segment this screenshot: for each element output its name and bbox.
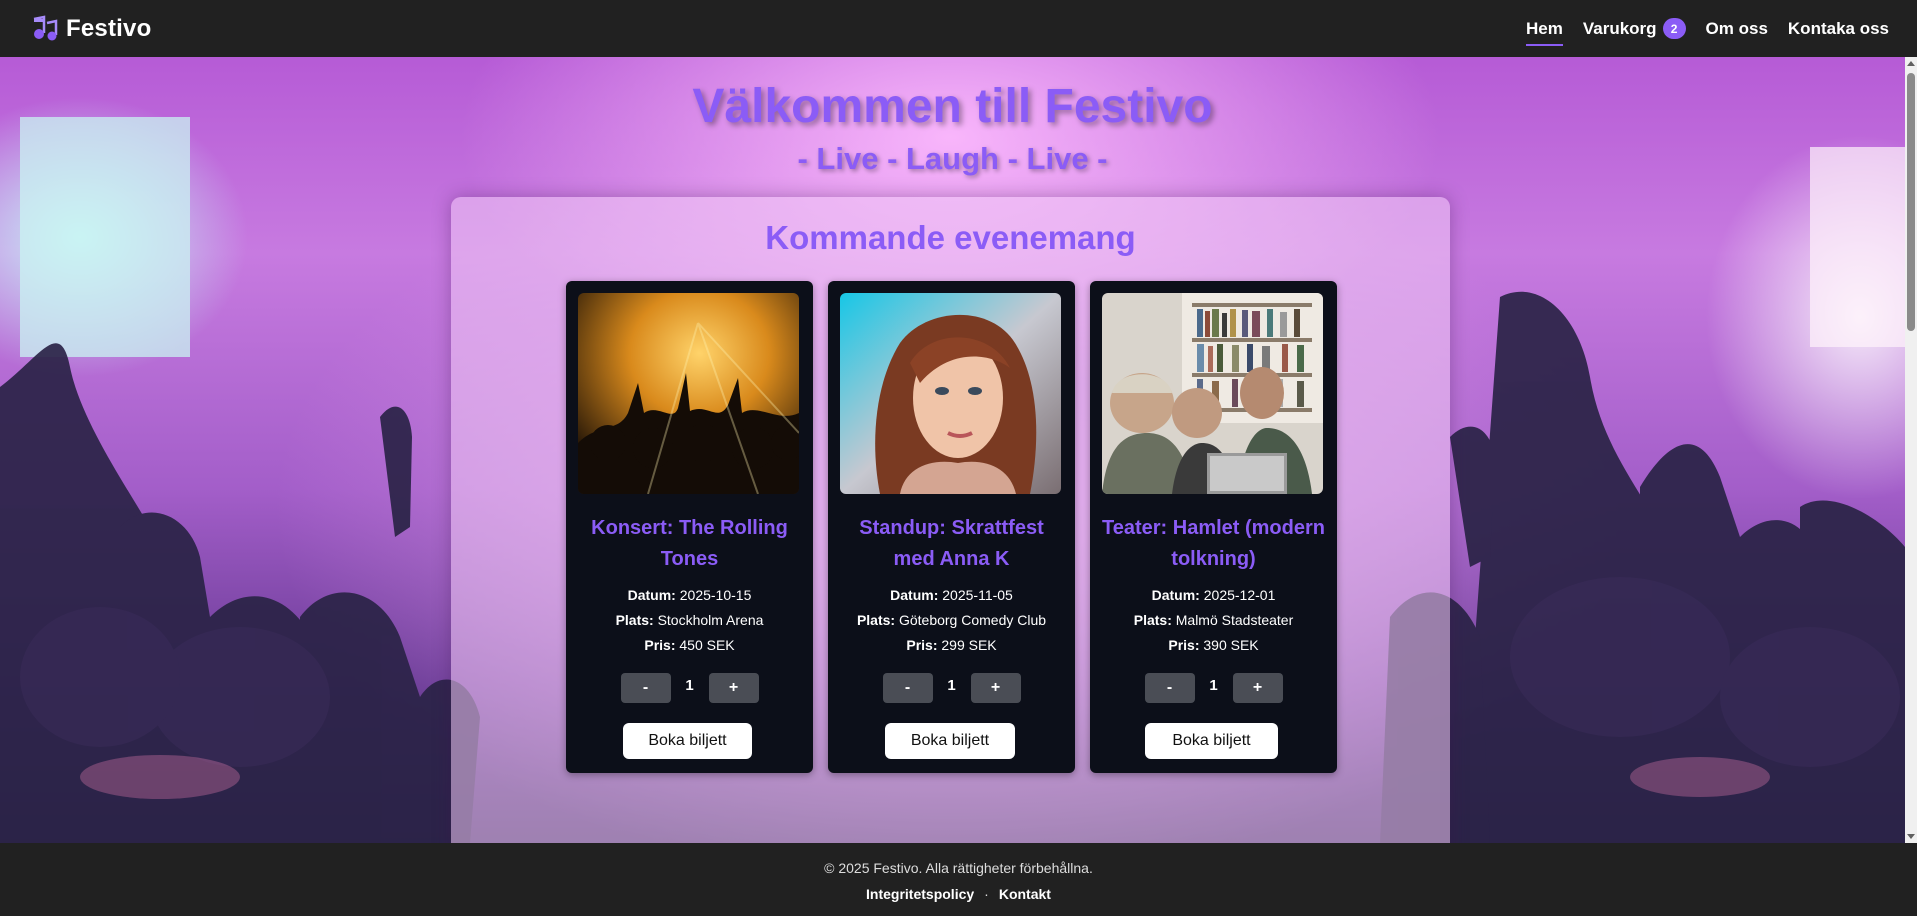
price-value: 299 SEK <box>941 637 997 653</box>
date-value: 2025-10-15 <box>679 587 752 603</box>
quantity-value: 1 <box>947 676 956 694</box>
price-value: 450 SEK <box>679 637 735 653</box>
quantity-value: 1 <box>1209 676 1218 694</box>
quantity-stepper: - 1 + <box>1090 673 1337 703</box>
nav-link-cart[interactable]: Varukorg 2 <box>1583 14 1686 43</box>
event-place: Plats: Stockholm Arena <box>566 612 813 628</box>
event-title: Konsert: The Rolling Tones <box>591 517 788 570</box>
event-title: Teater: Hamlet (modern tolkning) <box>1101 517 1325 570</box>
nav-link-home[interactable]: Hem <box>1525 15 1563 46</box>
event-card: Standup: Skrattfest med Anna K Datum: 20… <box>828 281 1075 773</box>
nav-link-cart-label: Varukorg <box>1582 18 1657 38</box>
hero-section: Välkommen till Festivo - Live - Laugh - … <box>0 57 1905 843</box>
woman-portrait-image <box>840 293 1061 494</box>
brand-name: Festivo <box>66 14 152 42</box>
book-ticket-button[interactable]: Boka biljett <box>885 723 1015 759</box>
event-place: Plats: Malmö Stadsteater <box>1090 612 1337 628</box>
events-panel: Kommande evenemang Konsert: The Rolling … <box>451 197 1450 843</box>
date-label: Datum: <box>1151 587 1200 603</box>
footer-separator: · <box>984 886 989 902</box>
event-card: Konsert: The Rolling Tones Datum: 2025-1… <box>566 281 813 773</box>
footer: © 2025 Festivo. Alla rättigheter förbehå… <box>0 843 1917 916</box>
place-value: Malmö Stadsteater <box>1175 612 1294 628</box>
nav-links: Hem Varukorg 2 Om oss Kontaka oss <box>1525 14 1889 46</box>
quantity-stepper: - 1 + <box>828 673 1075 703</box>
event-place: Plats: Göteborg Comedy Club <box>828 612 1075 628</box>
date-value: 2025-11-05 <box>942 587 1013 603</box>
event-date: Datum: 2025-12-01 <box>1090 587 1337 603</box>
quantity-value: 1 <box>685 676 694 694</box>
event-date: Datum: 2025-10-15 <box>566 587 813 603</box>
scrollbar-thumb[interactable] <box>1907 73 1915 331</box>
place-value: Göteborg Comedy Club <box>898 612 1047 628</box>
nav-link-contact-label: Kontaka oss <box>1787 18 1889 38</box>
increase-quantity-button[interactable]: + <box>708 673 759 703</box>
event-title: Standup: Skrattfest med Anna K <box>859 517 1044 570</box>
nav-link-home-label: Hem <box>1525 18 1563 38</box>
concert-crowd-image <box>578 293 799 494</box>
nav-link-about-label: Om oss <box>1705 18 1768 38</box>
date-label: Datum: <box>627 587 676 603</box>
date-value: 2025-12-01 <box>1203 587 1276 603</box>
nav-link-about[interactable]: Om oss <box>1706 15 1768 43</box>
footer-link-contact[interactable]: Kontakt <box>999 886 1051 902</box>
hero-title: Välkommen till Festivo <box>692 80 1213 133</box>
price-value: 390 SEK <box>1203 637 1259 653</box>
page-scrollbar[interactable] <box>1905 57 1917 843</box>
book-ticket-button[interactable]: Boka biljett <box>1145 723 1278 759</box>
event-price: Pris: 390 SEK <box>1090 637 1337 653</box>
footer-link-privacy[interactable]: Integritetspolicy <box>866 886 974 902</box>
place-label: Plats: <box>615 612 654 628</box>
increase-quantity-button[interactable]: + <box>1232 673 1283 703</box>
event-price: Pris: 450 SEK <box>566 637 813 653</box>
footer-copyright: © 2025 Festivo. Alla rättigheter förbehå… <box>824 860 1093 876</box>
brand-logo[interactable]: Festivo <box>30 15 151 43</box>
decrease-quantity-button[interactable]: - <box>620 673 671 703</box>
footer-links: Integritetspolicy · Kontakt <box>0 886 1917 902</box>
place-value: Stockholm Arena <box>657 612 764 628</box>
price-label: Pris: <box>906 637 938 653</box>
increase-quantity-button[interactable]: + <box>970 673 1021 703</box>
music-note-icon <box>33 14 58 40</box>
nav-link-contact[interactable]: Kontaka oss <box>1788 15 1889 43</box>
event-card: Teater: Hamlet (modern tolkning) Datum: … <box>1090 281 1337 773</box>
quantity-stepper: - 1 + <box>566 673 813 703</box>
decrease-quantity-button[interactable]: - <box>1144 673 1195 703</box>
events-heading: Kommande evenemang <box>765 219 1136 256</box>
price-label: Pris: <box>1168 637 1200 653</box>
place-label: Plats: <box>1133 612 1172 628</box>
event-date: Datum: 2025-11-05 <box>828 587 1075 603</box>
cart-count-badge: 2 <box>1662 18 1686 39</box>
date-label: Datum: <box>890 587 939 603</box>
scroll-down-arrow-icon[interactable] <box>1907 834 1915 839</box>
hero-subtitle: - Live - Laugh - Live - <box>797 141 1108 176</box>
place-label: Plats: <box>856 612 896 628</box>
price-label: Pris: <box>644 637 676 653</box>
book-ticket-button[interactable]: Boka biljett <box>623 723 752 759</box>
event-price: Pris: 299 SEK <box>828 637 1075 653</box>
scroll-up-arrow-icon[interactable] <box>1907 61 1915 66</box>
navbar: Festivo Hem Varukorg 2 Om oss Kontaka os… <box>0 0 1917 57</box>
decrease-quantity-button[interactable]: - <box>882 673 933 703</box>
people-at-laptop-image <box>1102 293 1323 494</box>
